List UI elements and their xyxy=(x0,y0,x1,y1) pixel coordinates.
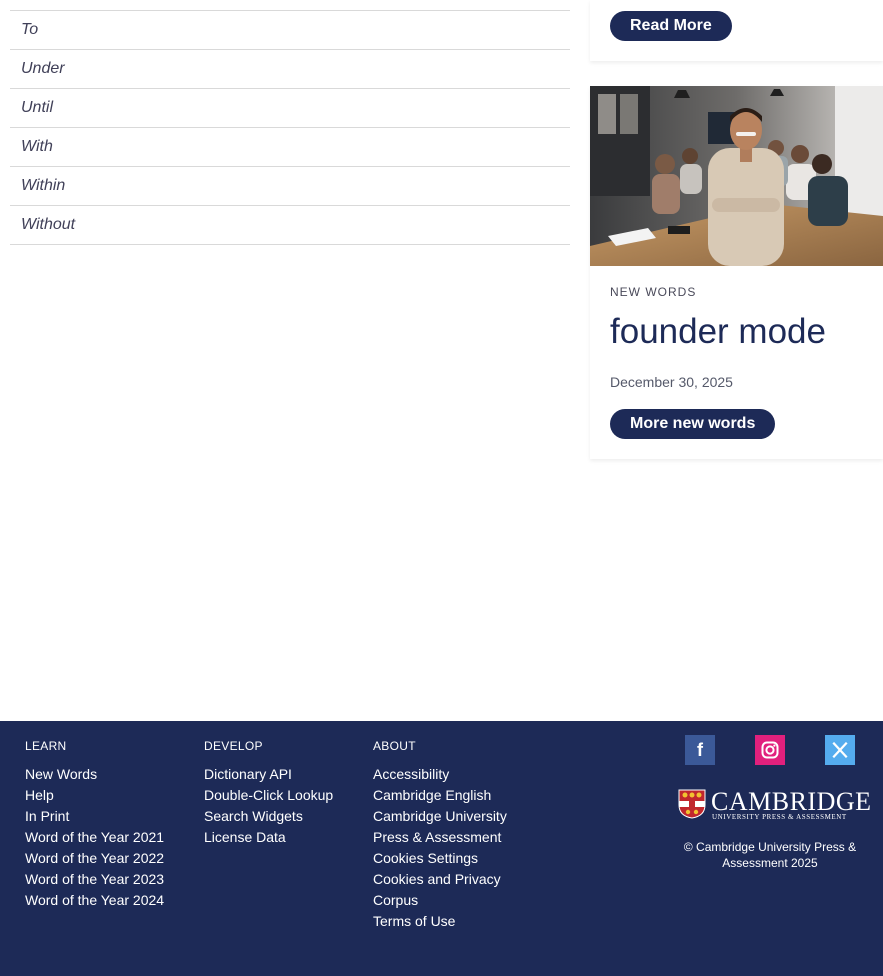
footer-link[interactable]: Word of the Year 2021 xyxy=(25,827,164,848)
footer-link[interactable]: Help xyxy=(25,785,164,806)
list-item[interactable]: Under xyxy=(10,49,570,88)
footer-learn-column: LEARN New Words Help In Print Word of th… xyxy=(25,739,164,911)
instagram-icon[interactable] xyxy=(755,735,785,765)
preposition-list: To Under Until With Within Without xyxy=(10,10,570,245)
instagram-glyph xyxy=(761,741,779,759)
new-words-photo[interactable] xyxy=(590,86,883,266)
footer-link[interactable]: Accessibility xyxy=(373,764,507,785)
footer-heading-learn: LEARN xyxy=(25,739,67,753)
footer-link[interactable]: Double-Click Lookup xyxy=(204,785,333,806)
footer-link[interactable]: Dictionary API xyxy=(204,764,333,785)
footer-link[interactable]: Word of the Year 2023 xyxy=(25,869,164,890)
logo-subtitle: UNIVERSITY PRESS & ASSESSMENT xyxy=(712,813,847,821)
card-date: December 30, 2025 xyxy=(610,374,733,390)
footer-link[interactable]: New Words xyxy=(25,764,164,785)
blog-card: Read More xyxy=(590,0,883,61)
card-category: NEW WORDS xyxy=(610,285,697,299)
footer-link[interactable]: Cookies and Privacy xyxy=(373,869,507,890)
office-team-image xyxy=(590,86,883,266)
list-item[interactable]: Until xyxy=(10,88,570,127)
footer-link[interactable]: Cookies Settings xyxy=(373,848,507,869)
list-item[interactable]: Without xyxy=(10,205,570,245)
more-new-words-button[interactable]: More new words xyxy=(610,409,776,439)
card-headline[interactable]: founder mode xyxy=(610,312,826,352)
crest-icon xyxy=(678,789,706,819)
logo-wordmark: CAMBRIDGE xyxy=(711,787,872,816)
cambridge-logo[interactable]: CAMBRIDGE UNIVERSITY PRESS & ASSESSMENT xyxy=(678,789,871,823)
footer-link[interactable]: Search Widgets xyxy=(204,806,333,827)
footer-link[interactable]: Cambridge University xyxy=(373,806,507,827)
footer-link[interactable]: In Print xyxy=(25,806,164,827)
footer-about-column: ABOUT Accessibility Cambridge English Ca… xyxy=(373,739,507,932)
footer-develop-column: DEVELOP Dictionary API Double-Click Look… xyxy=(204,739,333,848)
footer-link[interactable]: Press & Assessment xyxy=(373,827,507,848)
footer-link[interactable]: Word of the Year 2022 xyxy=(25,848,164,869)
footer-link[interactable]: License Data xyxy=(204,827,333,848)
list-item[interactable]: With xyxy=(10,127,570,166)
x-icon[interactable] xyxy=(825,735,855,765)
list-item[interactable]: To xyxy=(10,10,570,49)
site-footer: LEARN New Words Help In Print Word of th… xyxy=(0,721,883,976)
footer-heading-develop: DEVELOP xyxy=(204,739,263,753)
footer-link[interactable]: Word of the Year 2024 xyxy=(25,890,164,911)
facebook-glyph: f xyxy=(697,739,703,760)
list-item[interactable]: Within xyxy=(10,166,570,205)
footer-link[interactable]: Terms of Use xyxy=(373,911,507,932)
x-glyph xyxy=(832,742,848,758)
footer-link[interactable]: Cambridge English xyxy=(373,785,507,806)
copyright-text: © Cambridge University Press & Assessmen… xyxy=(683,840,857,870)
footer-heading-about: ABOUT xyxy=(373,739,416,753)
read-more-button[interactable]: Read More xyxy=(610,11,732,41)
footer-link[interactable]: Corpus xyxy=(373,890,507,911)
new-words-card: NEW WORDS founder mode December 30, 2025… xyxy=(590,86,883,459)
facebook-icon[interactable]: f xyxy=(685,735,715,765)
